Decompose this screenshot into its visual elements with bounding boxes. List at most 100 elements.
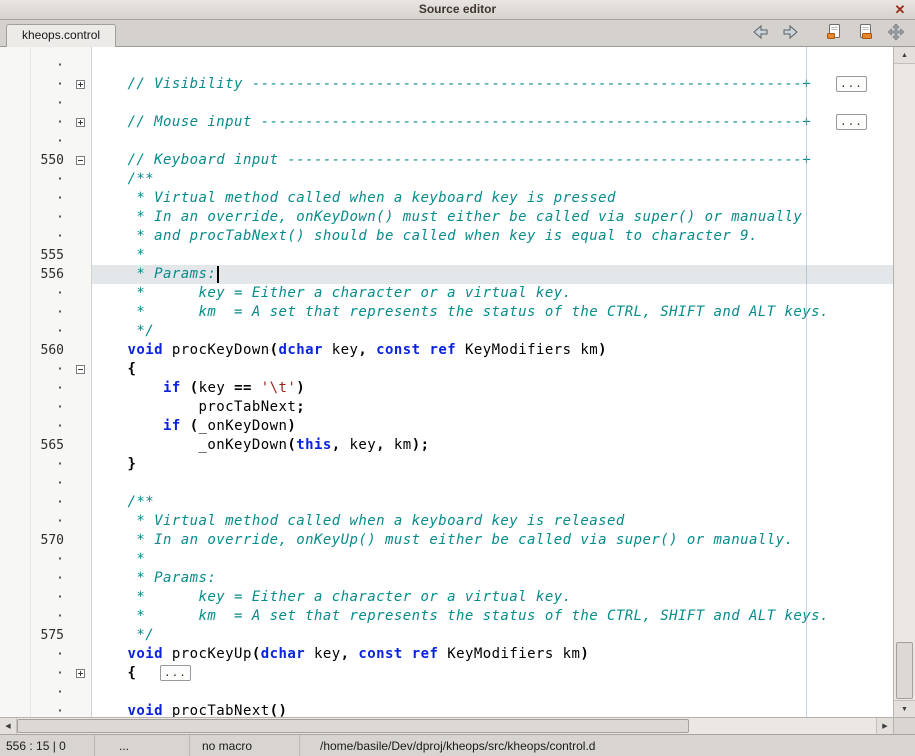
code-line[interactable]: · {...: [0, 664, 893, 683]
code-line[interactable]: ·: [0, 132, 893, 151]
line-number: ·: [0, 683, 68, 702]
code-editor[interactable]: ·· // Visibility -----------------------…: [0, 47, 893, 717]
code-line[interactable]: 555 *: [0, 246, 893, 265]
line-number: ·: [0, 455, 68, 474]
nav-forward-button[interactable]: [780, 23, 802, 43]
editor-main: ·· // Visibility -----------------------…: [0, 47, 915, 717]
fold-minus-icon[interactable]: [76, 156, 85, 165]
code-line[interactable]: ·: [0, 94, 893, 113]
line-number: ·: [0, 493, 68, 512]
code-line[interactable]: · * Virtual method called when a keyboar…: [0, 189, 893, 208]
horizontal-scroll-thumb[interactable]: [17, 719, 689, 733]
detach-button[interactable]: [885, 23, 907, 43]
fold-plus-icon[interactable]: [76, 118, 85, 127]
fold-margin-cell: [68, 341, 92, 360]
code-line[interactable]: · *: [0, 550, 893, 569]
code-line[interactable]: 556 * Params:: [0, 265, 893, 284]
line-number: ·: [0, 170, 68, 189]
fold-margin-cell: [68, 265, 92, 284]
fold-plus-icon[interactable]: [76, 669, 85, 678]
code-line[interactable]: · * In an override, onKeyDown() must eit…: [0, 208, 893, 227]
code-line[interactable]: · {: [0, 360, 893, 379]
close-button[interactable]: ✕: [892, 0, 908, 19]
save-button[interactable]: [823, 23, 845, 43]
scroll-left-arrow[interactable]: ◀: [0, 718, 17, 734]
code-line[interactable]: · /**: [0, 493, 893, 512]
code-line[interactable]: 565 _onKeyDown(this, key, km);: [0, 436, 893, 455]
fold-margin-cell: [68, 588, 92, 607]
fold-plus-icon[interactable]: [76, 80, 85, 89]
fold-margin-cell[interactable]: [68, 75, 92, 94]
line-number: ·: [0, 94, 68, 113]
code-line[interactable]: · * Params:: [0, 569, 893, 588]
nav-back-button[interactable]: [749, 23, 771, 43]
titlebar[interactable]: Source editor ✕: [0, 0, 915, 20]
code-line[interactable]: · // Visibility ------------------------…: [0, 75, 893, 94]
fold-margin-cell: [68, 531, 92, 550]
code-text: // Mouse input -------------------------…: [92, 113, 893, 132]
code-line[interactable]: · procTabNext;: [0, 398, 893, 417]
fold-margin-cell[interactable]: [68, 360, 92, 379]
fold-margin-cell: [68, 683, 92, 702]
code-line[interactable]: · void procTabNext(): [0, 702, 893, 717]
code-line[interactable]: 570 * In an override, onKeyUp() must eit…: [0, 531, 893, 550]
vertical-scroll-thumb[interactable]: [896, 642, 913, 699]
vertical-scrollbar[interactable]: ▲ ▼: [893, 47, 915, 717]
fold-margin-cell: [68, 94, 92, 113]
fold-margin-cell: [68, 493, 92, 512]
code-text: * Virtual method called when a keyboard …: [92, 189, 893, 208]
code-line[interactable]: · if (_onKeyDown): [0, 417, 893, 436]
horizontal-scroll-track[interactable]: [17, 718, 876, 734]
code-text: void procKeyUp(dchar key, const ref KeyM…: [92, 645, 893, 664]
fold-ellipsis-box[interactable]: ...: [836, 76, 867, 92]
scroll-down-arrow[interactable]: ▼: [894, 700, 915, 717]
scroll-right-arrow[interactable]: ▶: [876, 718, 893, 734]
editor-toolbar: [749, 23, 907, 43]
code-text: }: [92, 455, 893, 474]
code-text: * key = Either a character or a virtual …: [92, 588, 893, 607]
code-line[interactable]: 550 // Keyboard input ------------------…: [0, 151, 893, 170]
fold-margin-cell[interactable]: [68, 151, 92, 170]
fold-minus-icon[interactable]: [76, 365, 85, 374]
code-text: if (key == '\t'): [92, 379, 893, 398]
code-line[interactable]: · /**: [0, 170, 893, 189]
code-line[interactable]: · * and procTabNext() should be called w…: [0, 227, 893, 246]
code-text: {: [92, 664, 893, 683]
code-line[interactable]: · }: [0, 455, 893, 474]
code-line[interactable]: · void procKeyUp(dchar key, const ref Ke…: [0, 645, 893, 664]
fold-margin-cell: [68, 208, 92, 227]
tab-kheops-control[interactable]: kheops.control: [6, 24, 116, 47]
code-line[interactable]: 575 */: [0, 626, 893, 645]
file-path-status: /home/basile/Dev/dproj/kheops/src/kheops…: [300, 735, 915, 756]
fold-margin-cell: [68, 569, 92, 588]
fold-margin-cell[interactable]: [68, 664, 92, 683]
code-line[interactable]: · * key = Either a character or a virtua…: [0, 284, 893, 303]
code-line[interactable]: · */: [0, 322, 893, 341]
code-line[interactable]: · // Mouse input -----------------------…: [0, 113, 893, 132]
fold-ellipsis-box[interactable]: ...: [836, 114, 867, 130]
code-text: [92, 56, 893, 75]
status-bar: 556 : 15 | 0 ... no macro /home/basile/D…: [0, 734, 915, 756]
fold-margin-cell[interactable]: [68, 113, 92, 132]
line-number: ·: [0, 607, 68, 626]
horizontal-scrollbar[interactable]: ◀ ▶: [0, 717, 915, 734]
fold-margin-cell: [68, 303, 92, 322]
code-line[interactable]: ·: [0, 56, 893, 75]
code-line[interactable]: · * km = A set that represents the statu…: [0, 303, 893, 322]
fold-margin-cell: [68, 398, 92, 417]
code-line[interactable]: · * Virtual method called when a keyboar…: [0, 512, 893, 531]
code-line[interactable]: · * km = A set that represents the statu…: [0, 607, 893, 626]
code-line[interactable]: ·: [0, 474, 893, 493]
fold-margin-cell: [68, 170, 92, 189]
fold-ellipsis-box[interactable]: ...: [160, 665, 191, 681]
code-line[interactable]: · if (key == '\t'): [0, 379, 893, 398]
code-line[interactable]: · * key = Either a character or a virtua…: [0, 588, 893, 607]
scroll-up-arrow[interactable]: ▲: [894, 47, 915, 64]
save-document-as-icon: [856, 23, 874, 44]
code-line[interactable]: ·: [0, 683, 893, 702]
fold-margin-cell: [68, 550, 92, 569]
line-number: 565: [0, 436, 68, 455]
save-as-button[interactable]: [854, 23, 876, 43]
code-line[interactable]: 560 void procKeyDown(dchar key, const re…: [0, 341, 893, 360]
fold-margin-cell: [68, 132, 92, 151]
